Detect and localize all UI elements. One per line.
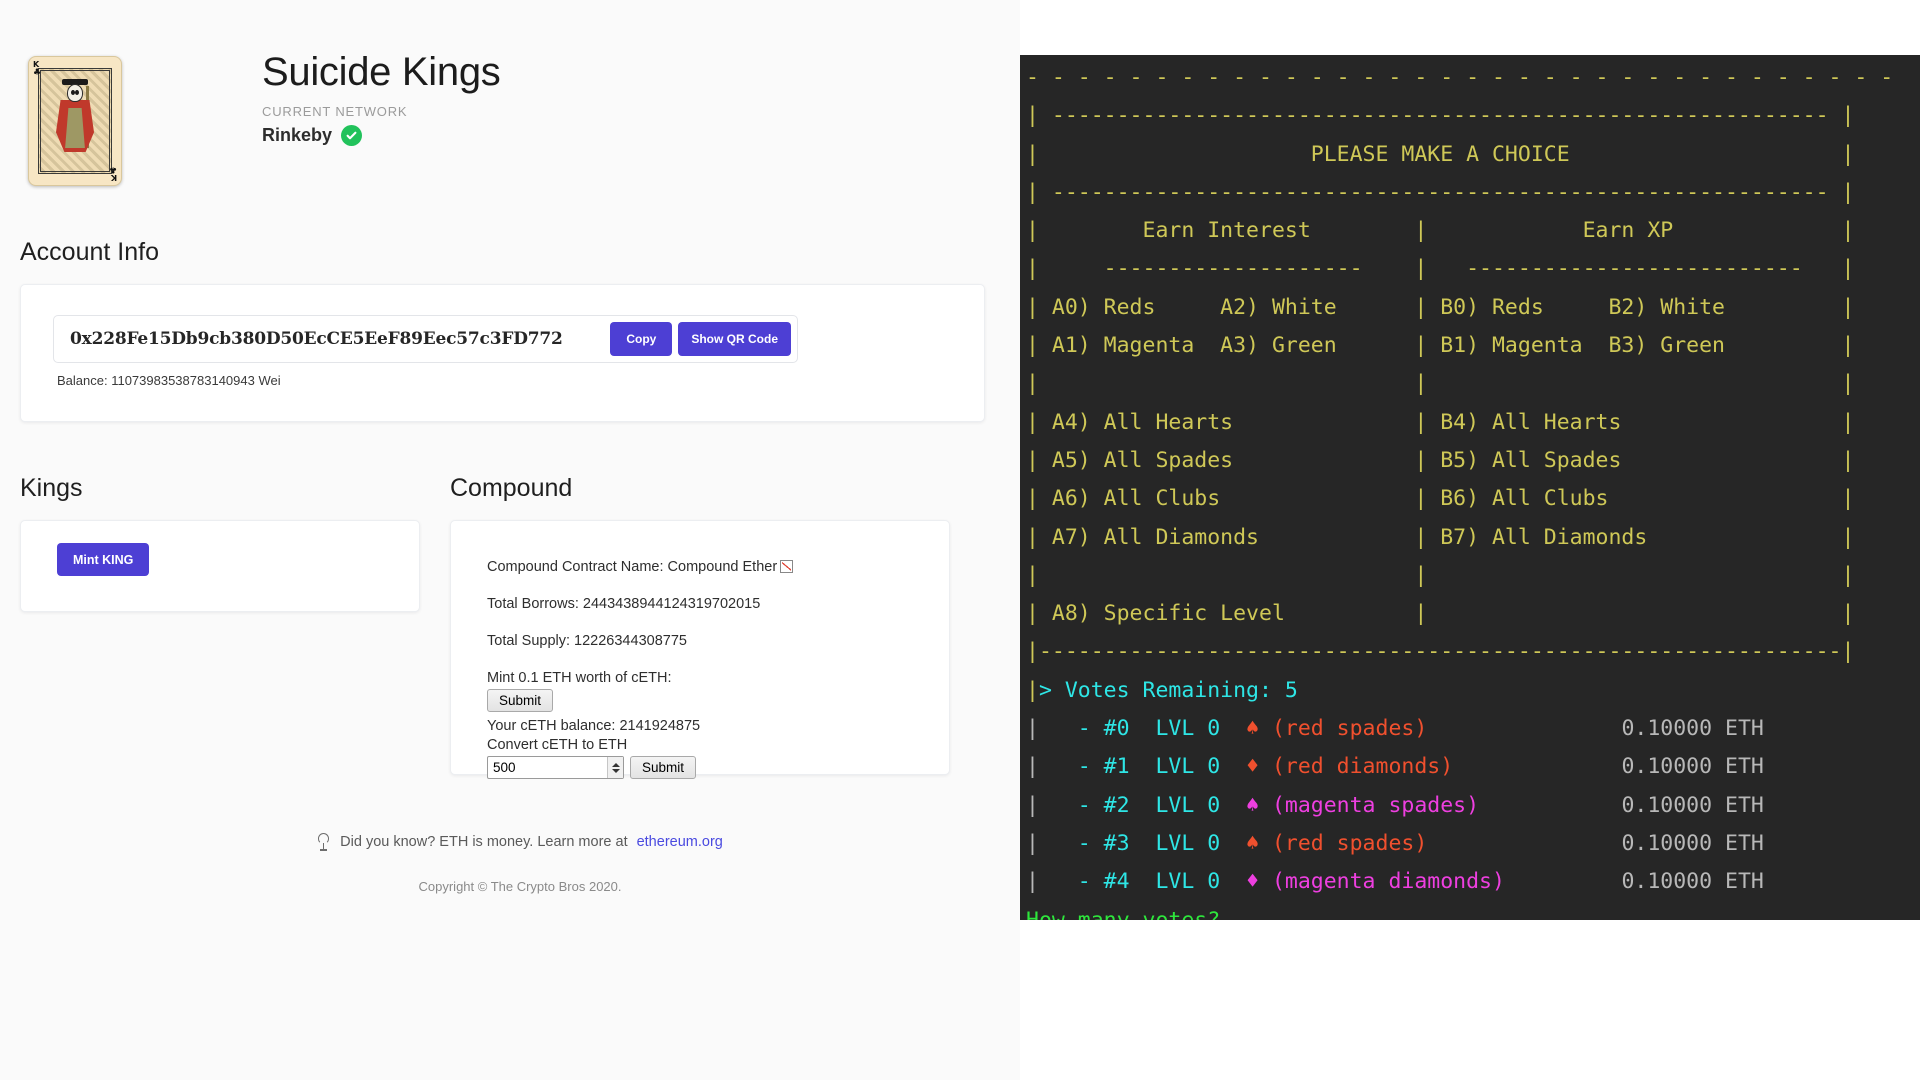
ethereum-org-link[interactable]: ethereum.org [637, 834, 723, 850]
compound-panel: Compound Contract Name: Compound Ether T… [450, 520, 950, 779]
network-status: Rinkeby [262, 125, 500, 146]
lightbulb-icon [317, 833, 331, 851]
compound-contract-name: Compound Contract Name: Compound Ether [487, 559, 778, 575]
card-rank-pip-bottom: K ♣ [108, 164, 117, 182]
stepper-arrows-icon[interactable] [607, 757, 623, 778]
mint-ceth-submit-button[interactable]: Submit [487, 689, 554, 712]
account-info-panel: 0x228Fe15Db9cb380D50EcCE5EeF89Eec57c3FD7… [20, 284, 985, 422]
compound-contract-name-row: Compound Contract Name: Compound Ether [487, 559, 949, 575]
convert-submit-button[interactable]: Submit [630, 756, 697, 779]
show-qr-code-button[interactable]: Show QR Code [678, 322, 791, 356]
card-rank-pip: K ♣ [33, 60, 42, 78]
dapp-panel: K ♣ K ♣ Suicide Kings CURRENT NETWORK Rink… [0, 0, 1020, 1080]
terminal-panel: - - - - - - - - - - - - - - - - - - - - … [1020, 0, 1920, 1080]
kings-panel: Mint KING [20, 520, 420, 612]
address-field-row: 0x228Fe15Db9cb380D50EcCE5EeF89Eec57c3FD7… [53, 315, 798, 363]
check-circle-icon [341, 125, 363, 146]
network-name: Rinkeby [262, 125, 333, 145]
wallet-balance: Balance: 11073983538783140943 Wei [57, 373, 281, 388]
footer: Did you know? ETH is money. Learn more a… [10, 833, 1030, 894]
copyright-text: Copyright © The Crypto Bros 2020. [418, 879, 622, 894]
page-title: Suicide Kings [262, 50, 501, 94]
convert-amount-input[interactable] [488, 759, 607, 776]
terminal-output[interactable]: - - - - - - - - - - - - - - - - - - - - … [1020, 55, 1920, 920]
mint-ceth-label: Mint 0.1 ETH worth of cETH: [487, 670, 672, 686]
footer-tip: Did you know? ETH is money. Learn more a… [10, 833, 1030, 851]
convert-amount-stepper[interactable] [487, 756, 624, 779]
copy-button[interactable]: Copy [610, 322, 673, 356]
account-info-heading: Account Info [20, 238, 159, 266]
network-label: CURRENT NETWORK [262, 104, 408, 119]
suicide-king-card-image: K ♣ K ♣ [28, 56, 122, 186]
app-header: K ♣ K ♣ Suicide Kings CURRENT NETWORK Rink… [10, 0, 995, 186]
mint-king-button[interactable]: Mint KING [57, 543, 150, 576]
total-supply: Total Supply: 12226344308775 [487, 633, 687, 649]
compound-heading: Compound [450, 474, 573, 502]
external-link-icon[interactable] [780, 560, 794, 573]
footer-tip-text: Did you know? ETH is money. Learn more a… [340, 834, 628, 850]
terminal-text: - - - - - - - - - - - - - - - - - - - - … [1020, 59, 1920, 920]
kings-heading: Kings [20, 474, 83, 502]
total-borrows: Total Borrows: 24434389441243197020​15 [487, 596, 761, 612]
wallet-address: 0x228Fe15Db9cb380D50EcCE5EeF89Eec57c3FD7… [70, 329, 563, 349]
app-root: K ♣ K ♣ Suicide Kings CURRENT NETWORK Rink… [0, 0, 1920, 1080]
ceth-balance: Your cETH balance: 2141924875 [487, 718, 701, 734]
convert-ceth-label: Convert cETH to ETH [487, 737, 628, 753]
